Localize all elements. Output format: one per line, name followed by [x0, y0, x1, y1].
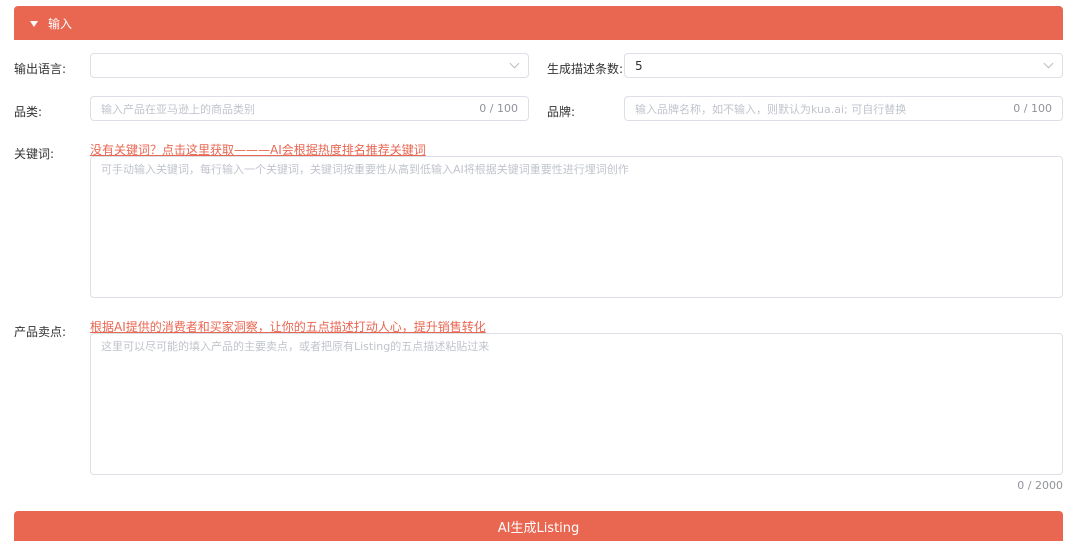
chevron-down-icon[interactable] [1043, 58, 1054, 69]
generate-listing-button[interactable]: AI生成Listing [14, 511, 1063, 541]
output-language-select[interactable] [90, 53, 529, 78]
keywords-placeholder: 可手动输入关键词，每行输入一个关键词，关键词按重要性从高到低输入AI将根据关键词… [101, 163, 629, 176]
category-input[interactable]: 输入产品在亚马逊上的商品类别 0 / 100 [90, 96, 529, 121]
selling-points-placeholder: 这里可以尽可能的填入产品的主要卖点，或者把原有Listing的五点描述粘贴过来 [101, 340, 490, 353]
brand-input[interactable]: 输入品牌名称，如不输入，则默认为kua.ai; 可自行替换 0 / 100 [624, 96, 1063, 121]
description-count-select[interactable]: 5 [624, 53, 1063, 78]
output-language-label: 输出语言: [14, 62, 67, 76]
input-section-header[interactable]: 输入 [14, 6, 1063, 40]
description-count-label: 生成描述条数: [547, 62, 624, 76]
selling-points-label: 产品卖点: [14, 325, 67, 339]
caret-down-icon[interactable] [30, 20, 38, 27]
category-label: 品类: [14, 105, 43, 119]
brand-placeholder: 输入品牌名称，如不输入，则默认为kua.ai; 可自行替换 [635, 102, 907, 116]
keywords-label: 关键词: [14, 147, 55, 161]
category-char-count: 0 / 100 [479, 102, 518, 115]
selling-points-textarea[interactable]: 这里可以尽可能的填入产品的主要卖点，或者把原有Listing的五点描述粘贴过来 [90, 333, 1063, 475]
description-count-value: 5 [635, 58, 643, 73]
brand-label: 品牌: [547, 105, 576, 119]
selling-points-char-count: 0 / 2000 [1017, 479, 1063, 492]
category-placeholder: 输入产品在亚马逊上的商品类别 [101, 102, 255, 116]
keywords-textarea[interactable]: 可手动输入关键词，每行输入一个关键词，关键词按重要性从高到低输入AI将根据关键词… [90, 156, 1063, 298]
brand-char-count: 0 / 100 [1013, 102, 1052, 115]
section-title: 输入 [48, 16, 73, 31]
chevron-down-icon[interactable] [509, 58, 520, 69]
